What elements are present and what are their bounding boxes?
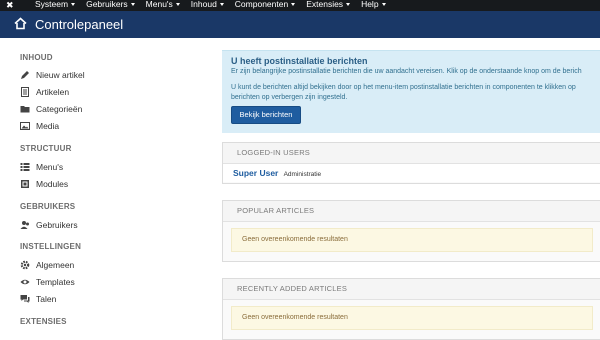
article-icon <box>20 87 30 97</box>
panel-title: POPULAR ARTICLES <box>223 201 600 222</box>
sidebar-item-label: Categorieën <box>36 104 83 114</box>
caret-down-icon <box>71 3 76 7</box>
top-menu-bar: ✖ Systeem Gebruikers Menu's Inhoud Compo… <box>0 0 600 11</box>
pencil-icon <box>20 70 30 80</box>
no-results-message: Geen overeenkomende resultaten <box>231 228 593 252</box>
sidebar-item-label: Media <box>36 121 60 131</box>
sidebar-item-label: Templates <box>36 277 75 287</box>
users-icon <box>20 220 30 230</box>
sidebar-section-gebruikers: GEBRUIKERS <box>20 202 76 211</box>
menu-componenten[interactable]: Componenten <box>235 0 296 11</box>
sidebar-item-label: Talen <box>36 294 57 304</box>
sidebar-section-extensies: EXTENSIES <box>20 317 67 326</box>
gear-icon <box>20 260 30 270</box>
panel-body: Super User Administratie <box>223 164 600 182</box>
menu-help[interactable]: Help <box>361 0 386 11</box>
caret-down-icon <box>130 3 135 7</box>
panel-body: Geen overeenkomende resultaten <box>223 228 600 252</box>
sidebar-item-label: Artikelen <box>36 87 70 97</box>
sidebar-item-label: Nieuw artikel <box>36 70 85 80</box>
folder-icon <box>20 104 30 114</box>
sidebar-item-label: Menu's <box>36 162 64 172</box>
sidebar-item-categorieen[interactable]: Categorieën <box>20 103 82 115</box>
menu-inhoud[interactable]: Inhoud <box>191 0 224 11</box>
sidebar-item-label: Modules <box>36 179 69 189</box>
caret-down-icon <box>291 3 296 7</box>
logged-in-users-panel: LOGGED-IN USERS Super User Administratie <box>222 142 600 184</box>
image-icon <box>20 121 30 131</box>
sidebar-section-structuur: STRUCTUUR <box>20 144 72 153</box>
menu-gebruikers[interactable]: Gebruikers <box>86 0 135 11</box>
top-menu: Systeem Gebruikers Menu's Inhoud Compone… <box>35 0 397 11</box>
user-role: Administratie <box>283 171 322 178</box>
panel-body: Geen overeenkomende resultaten <box>223 306 600 330</box>
eye-icon <box>20 277 30 287</box>
view-messages-button[interactable]: Bekijk berichten <box>231 106 301 124</box>
sidebar-item-label: Gebruikers <box>36 220 78 230</box>
caret-down-icon <box>219 3 224 7</box>
sidebar-item-artikelen[interactable]: Artikelen <box>20 86 69 98</box>
sidebar-item-nieuw-artikel[interactable]: Nieuw artikel <box>20 69 85 81</box>
panel-title: LOGGED-IN USERS <box>223 143 600 164</box>
home-icon <box>14 17 27 30</box>
popular-articles-panel: POPULAR ARTICLES Geen overeenkomende res… <box>222 200 600 262</box>
sidebar-item-media[interactable]: Media <box>20 120 59 132</box>
sidebar-section-instellingen: INSTELLINGEN <box>20 242 82 251</box>
alert-text-line: berichten op verbergen zijn ingesteld. <box>231 94 348 101</box>
page-title: Controlepaneel <box>35 17 124 32</box>
postinstall-alert: U heeft postinstallatie berichten Er zij… <box>222 50 600 133</box>
sidebar-section-inhoud: INHOUD <box>20 53 53 62</box>
menu-extensies[interactable]: Extensies <box>306 0 351 11</box>
caret-down-icon <box>346 3 351 7</box>
sidebar: INHOUD Nieuw artikel Artikelen Categorie… <box>0 38 205 336</box>
user-name-link[interactable]: Super User <box>233 168 278 178</box>
sidebar-item-algemeen[interactable]: Algemeen <box>20 259 74 271</box>
sidebar-item-templates[interactable]: Templates <box>20 276 75 288</box>
alert-text: Er zijn belangrijke postinstallatie beri… <box>231 68 582 75</box>
caret-down-icon <box>175 3 180 7</box>
cube-icon <box>20 179 30 189</box>
joomla-logo-icon[interactable]: ✖ <box>6 1 16 10</box>
sidebar-item-modules[interactable]: Modules <box>20 178 68 190</box>
menu-systeem[interactable]: Systeem <box>35 0 76 11</box>
no-results-message: Geen overeenkomende resultaten <box>231 306 593 330</box>
alert-text-line: U kunt de berichten altijd bekijken door… <box>231 84 576 91</box>
recent-articles-panel: RECENTLY ADDED ARTICLES Geen overeenkome… <box>222 278 600 340</box>
alert-title: U heeft postinstallatie berichten <box>231 56 368 66</box>
panel-title: RECENTLY ADDED ARTICLES <box>223 279 600 300</box>
caret-down-icon <box>381 3 386 7</box>
alert-text-more: U kunt de berichten altijd bekijken door… <box>231 83 600 103</box>
menu-menus[interactable]: Menu's <box>146 0 180 11</box>
user-row: Super User Administratie <box>223 164 600 182</box>
comments-icon <box>20 294 30 304</box>
sidebar-item-label: Algemeen <box>36 260 75 270</box>
sidebar-item-talen[interactable]: Talen <box>20 293 56 305</box>
page-header: Controlepaneel <box>0 11 600 38</box>
sidebar-item-menus[interactable]: Menu's <box>20 161 63 173</box>
list-icon <box>20 162 30 172</box>
sidebar-item-gebruikers[interactable]: Gebruikers <box>20 219 78 231</box>
